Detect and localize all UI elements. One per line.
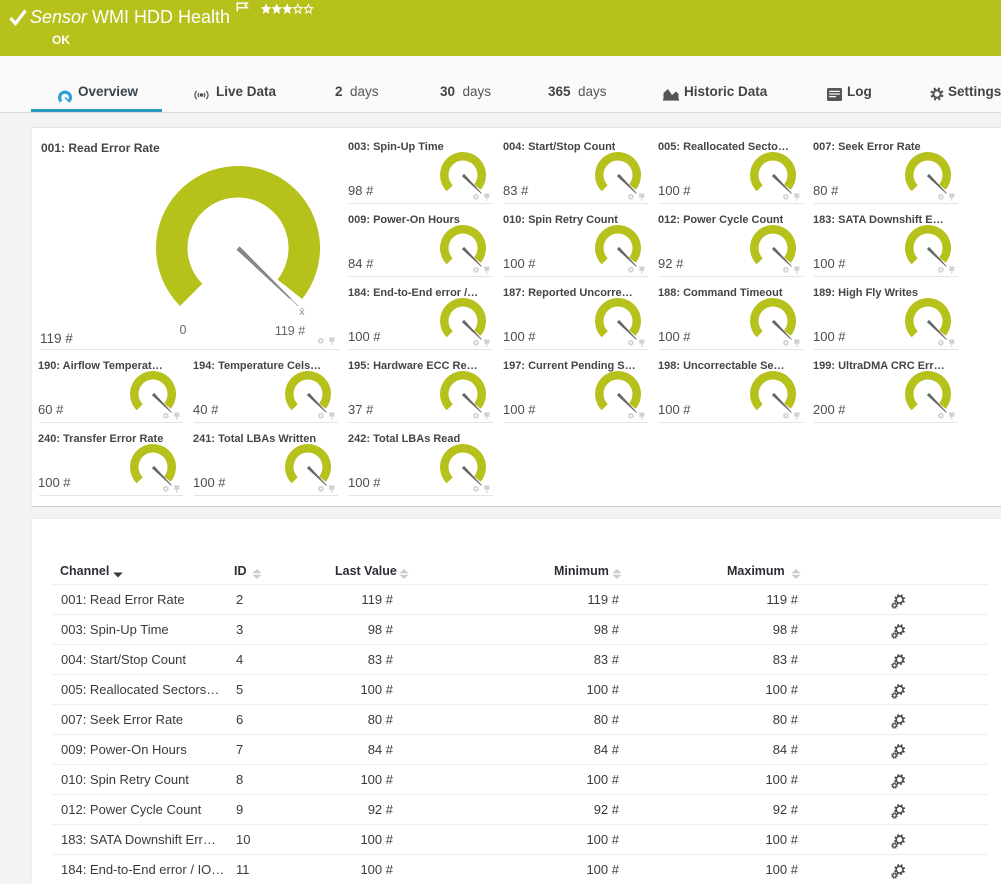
svg-text:0: 0 (180, 323, 187, 337)
svg-text:119 #: 119 # (275, 324, 305, 338)
svg-text:x̄: x̄ (299, 306, 305, 318)
